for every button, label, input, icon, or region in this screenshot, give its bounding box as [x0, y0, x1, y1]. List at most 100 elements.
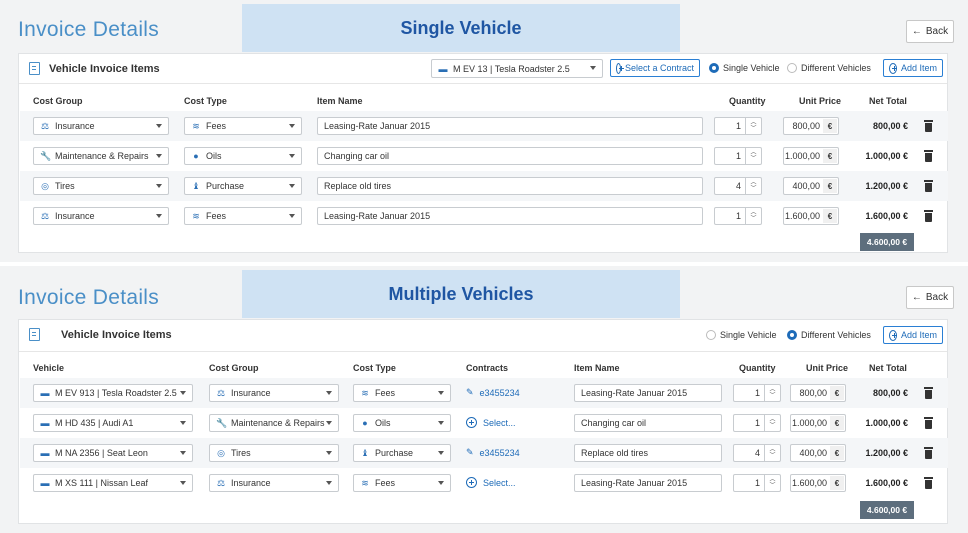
item-name-input[interactable]: Leasing-Rate Januar 2015 [574, 384, 722, 402]
trash-icon[interactable] [924, 477, 933, 489]
cost-type-select-value: Purchase [375, 448, 414, 458]
unit-price-input[interactable]: 1.000,00 € [783, 147, 839, 165]
cost-type-select[interactable]: ≋ Fees [184, 117, 302, 135]
radio-different-label: Different Vehicles [801, 330, 871, 340]
cost-group-select[interactable]: ⚖ Insurance [33, 207, 169, 225]
insurance-icon: ⚖ [216, 477, 226, 488]
contract-icon: ✎ [466, 387, 474, 397]
quantity-stepper[interactable]: 1 ︿ ﹀ [714, 117, 762, 135]
cost-type-select[interactable]: ≋ Fees [353, 474, 451, 492]
select-contract-link[interactable]: Select... [466, 477, 516, 488]
money-bag-icon: ♝ [191, 180, 201, 191]
cost-type-select[interactable]: ♝ Purchase [353, 444, 451, 462]
back-button[interactable]: ← Back [906, 20, 954, 43]
item-name-input[interactable]: Leasing-Rate Januar 2015 [317, 117, 703, 135]
unit-price-value: 800,00 [792, 121, 820, 131]
item-name-input[interactable]: Changing car oil [574, 414, 722, 432]
invoice-total: 4.600,00 € [860, 501, 914, 519]
trash-icon[interactable] [924, 150, 933, 162]
cost-type-select[interactable]: ≋ Fees [184, 207, 302, 225]
unit-price-input[interactable]: 1.600,00 € [783, 207, 839, 225]
stepper-arrows-icon[interactable]: ︿ ﹀ [764, 445, 780, 461]
cost-group-select[interactable]: 🔧 Maintenance & Repairs [209, 414, 339, 432]
quantity-stepper[interactable]: 1 ︿ ﹀ [733, 474, 781, 492]
trash-icon[interactable] [924, 210, 933, 222]
contract-label: e3455234 [479, 387, 520, 398]
cost-group-select[interactable]: ⚖ Insurance [33, 117, 169, 135]
unit-price-value: 400,00 [792, 181, 820, 191]
cost-group-select[interactable]: ◎ Tires [33, 177, 169, 195]
item-name-input[interactable]: Leasing-Rate Januar 2015 [317, 207, 703, 225]
item-name-input[interactable]: Replace old tires [317, 177, 703, 195]
radio-different-vehicles[interactable]: Different Vehicles [787, 330, 871, 340]
quantity-stepper[interactable]: 4 ︿ ﹀ [714, 177, 762, 195]
unit-price-input[interactable]: 1.600,00 € [790, 474, 846, 492]
cost-group-select[interactable]: 🔧 Maintenance & Repairs [33, 147, 169, 165]
cost-group-select[interactable]: ⚖ Insurance [209, 474, 339, 492]
tire-icon: ◎ [217, 447, 225, 458]
stepper-arrows-icon[interactable]: ︿ ﹀ [764, 475, 780, 491]
cost-type-select[interactable]: ≋ Fees [353, 384, 451, 402]
net-total-value: 1.600,00 € [865, 211, 908, 221]
insurance-icon: ⚖ [40, 210, 50, 221]
select-contract-button[interactable]: Select a Contract [610, 59, 700, 77]
radio-single-vehicle[interactable]: Single Vehicle [706, 330, 777, 340]
vehicle-select[interactable]: ▬ M NA 2356 | Seat Leon [33, 444, 193, 462]
back-button[interactable]: ← Back [906, 286, 954, 309]
vehicle-select[interactable]: ▬ M EV 13 | Tesla Roadster 2.5 [431, 59, 603, 78]
trash-icon[interactable] [924, 120, 933, 132]
header-cost-type: Cost Type [184, 96, 227, 106]
vehicle-select[interactable]: ▬ M HD 435 | Audi A1 [33, 414, 193, 432]
contract-link[interactable]: ✎ e3455234 [466, 387, 520, 398]
unit-price-input[interactable]: 800,00 € [790, 384, 846, 402]
trash-icon[interactable] [924, 447, 933, 459]
item-name-input[interactable]: Changing car oil [317, 147, 703, 165]
cost-type-select[interactable]: ● Oils [353, 414, 451, 432]
stepper-arrows-icon[interactable]: ︿ ﹀ [745, 178, 761, 194]
header-quantity: Quantity [729, 96, 766, 106]
stepper-arrows-icon[interactable]: ︿ ﹀ [745, 118, 761, 134]
item-name-input[interactable]: Leasing-Rate Januar 2015 [574, 474, 722, 492]
plus-circle-icon [466, 477, 477, 488]
unit-price-value: 1.000,00 [791, 418, 827, 428]
stepper-arrows-icon[interactable]: ︿ ﹀ [764, 385, 780, 401]
unit-price-input[interactable]: 1.000,00 € [790, 414, 846, 432]
item-name-input[interactable]: Replace old tires [574, 444, 722, 462]
unit-price-input[interactable]: 400,00 € [790, 444, 846, 462]
radio-single-vehicle[interactable]: Single Vehicle [709, 63, 780, 73]
plus-circle-icon [616, 62, 624, 74]
quantity-stepper[interactable]: 4 ︿ ﹀ [733, 444, 781, 462]
cost-type-select[interactable]: ● Oils [184, 147, 302, 165]
quantity-stepper[interactable]: 1 ︿ ﹀ [733, 384, 781, 402]
quantity-stepper[interactable]: 1 ︿ ﹀ [733, 414, 781, 432]
contract-link[interactable]: ✎ e3455234 [466, 447, 520, 458]
trash-icon[interactable] [924, 417, 933, 429]
trash-icon[interactable] [924, 387, 933, 399]
header-vehicle: Vehicle [33, 363, 65, 373]
chevron-down-icon [326, 391, 332, 395]
add-item-button[interactable]: Add Item [883, 326, 943, 344]
vehicle-select[interactable]: ▬ M XS 111 | Nissan Leaf [33, 474, 193, 492]
unit-price-input[interactable]: 400,00 € [783, 177, 839, 195]
quantity-stepper[interactable]: 1 ︿ ﹀ [714, 147, 762, 165]
radio-different-vehicles[interactable]: Different Vehicles [787, 63, 871, 73]
stepper-arrows-icon[interactable]: ︿ ﹀ [764, 415, 780, 431]
quantity-value: 1 [735, 121, 741, 131]
unit-price-input[interactable]: 800,00 € [783, 117, 839, 135]
quantity-value: 4 [754, 448, 760, 458]
cost-type-select[interactable]: ♝ Purchase [184, 177, 302, 195]
stepper-arrows-icon[interactable]: ︿ ﹀ [745, 208, 761, 224]
trash-icon[interactable] [924, 180, 933, 192]
cost-group-select[interactable]: ⚖ Insurance [209, 384, 339, 402]
stepper-arrows-icon[interactable]: ︿ ﹀ [745, 148, 761, 164]
single-vehicle-section: Invoice Details Single Vehicle ← Back Veh… [0, 0, 968, 262]
add-item-button[interactable]: Add Item [883, 59, 943, 77]
quantity-stepper[interactable]: 1 ︿ ﹀ [714, 207, 762, 225]
net-total-value: 800,00 € [872, 121, 908, 131]
cost-group-select[interactable]: ◎ Tires [209, 444, 339, 462]
header-item-name: Item Name [574, 363, 620, 373]
chevron-down-icon [326, 451, 332, 455]
vehicle-select[interactable]: ▬ M EV 913 | Tesla Roadster 2.5 [33, 384, 193, 402]
back-label: Back [925, 292, 949, 303]
select-contract-link[interactable]: Select... [466, 417, 516, 428]
